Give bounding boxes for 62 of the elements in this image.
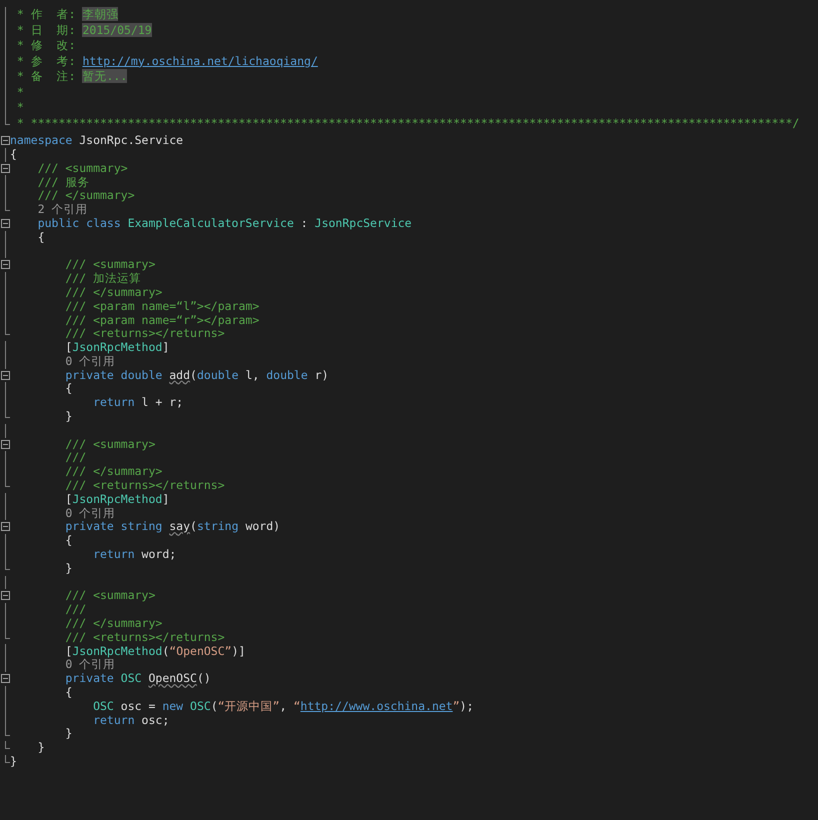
code-line: /// </summary> bbox=[64, 618, 162, 630]
collapse-icon[interactable] bbox=[1, 164, 10, 173]
code-line: /// <summary> bbox=[64, 259, 156, 271]
collapse-icon[interactable] bbox=[1, 370, 10, 380]
code-line: /// </summary> bbox=[36, 190, 135, 202]
collapse-icon[interactable] bbox=[1, 674, 10, 684]
code-line: [JsonRpcMethod] bbox=[64, 494, 170, 506]
code-line: { bbox=[64, 687, 72, 699]
code-line: /// <returns></returns> bbox=[64, 480, 225, 492]
code-line: 0 个引用 bbox=[64, 356, 116, 368]
code-line: /// </summary> bbox=[64, 466, 162, 478]
code-line: * 作 者: 李朝强 bbox=[16, 9, 118, 20]
collapse-icon[interactable] bbox=[1, 591, 10, 600]
code-line: * 修 改: bbox=[16, 40, 76, 52]
code-line: private double add(double l, double r) bbox=[64, 370, 329, 382]
code-line: } bbox=[64, 728, 72, 740]
code-line: private OSC OpenOSC() bbox=[64, 673, 211, 685]
code-line: OSC osc = new OSC(“开源中国”, “http://www.oschina.net”); bbox=[92, 700, 474, 712]
code-line: return osc; bbox=[92, 714, 170, 726]
code-line: /// <returns></returns> bbox=[64, 632, 225, 644]
code-line: * 日 期: 2015/05/19 bbox=[16, 24, 152, 36]
code-line: return l + r; bbox=[92, 397, 184, 409]
code-line: 0 个引用 bbox=[64, 508, 116, 520]
code-line: [JsonRpcMethod(“OpenOSC”)] bbox=[64, 646, 246, 658]
code-line: { bbox=[10, 148, 17, 160]
code-line: { bbox=[36, 232, 45, 244]
collapse-icon[interactable] bbox=[1, 218, 10, 228]
collapse-icon[interactable] bbox=[1, 522, 10, 532]
code-line: } bbox=[36, 742, 45, 754]
link[interactable]: http://my.oschina.net/lichaoqiang/ bbox=[82, 54, 318, 68]
code-line: /// <returns></returns> bbox=[64, 328, 225, 340]
code-line: private string say(string word) bbox=[64, 521, 280, 533]
code-line: * 备 注: 暂无... bbox=[16, 71, 128, 82]
collapse-icon[interactable] bbox=[1, 260, 10, 270]
code-line: { bbox=[64, 535, 72, 547]
code-line: /// 加法运算 bbox=[64, 273, 142, 285]
code-line: 2 个引用 bbox=[36, 204, 88, 216]
code-line: /// <summary> bbox=[36, 162, 128, 174]
code-line: } bbox=[64, 562, 72, 574]
code-line: 0 个引用 bbox=[64, 659, 116, 671]
code-line: /// <param name=“l”></param> bbox=[64, 300, 260, 312]
code-line: public class ExampleCalculatorService : JsonRpcService bbox=[36, 218, 412, 230]
code-line: /// <summary> bbox=[64, 438, 156, 450]
code-line: /// bbox=[64, 452, 86, 464]
code-line: { bbox=[64, 383, 72, 395]
code-line: /// </summary> bbox=[64, 286, 162, 298]
code-line: * bbox=[16, 102, 24, 114]
code-line: /// <param name=“r”></param> bbox=[64, 314, 260, 326]
code-line: } bbox=[64, 411, 72, 423]
code-line: return word; bbox=[92, 549, 176, 561]
code-line: /// <summary> bbox=[64, 590, 156, 602]
collapse-icon[interactable] bbox=[1, 136, 10, 145]
code-line: * **************************************************************************************************************/ bbox=[16, 118, 800, 129]
code-line: * bbox=[16, 86, 24, 98]
code-line: /// 服务 bbox=[36, 176, 90, 188]
link[interactable]: http://www.oschina.net bbox=[300, 698, 453, 713]
code-line: } bbox=[10, 756, 17, 768]
collapse-icon[interactable] bbox=[1, 440, 10, 449]
code-line: namespace JsonRpc.Service bbox=[10, 135, 184, 147]
code-line: [JsonRpcMethod] bbox=[64, 342, 170, 354]
code-line: /// bbox=[64, 604, 86, 616]
code-line: * 参 考: http://my.oschina.net/lichaoqiang/ bbox=[16, 56, 318, 67]
